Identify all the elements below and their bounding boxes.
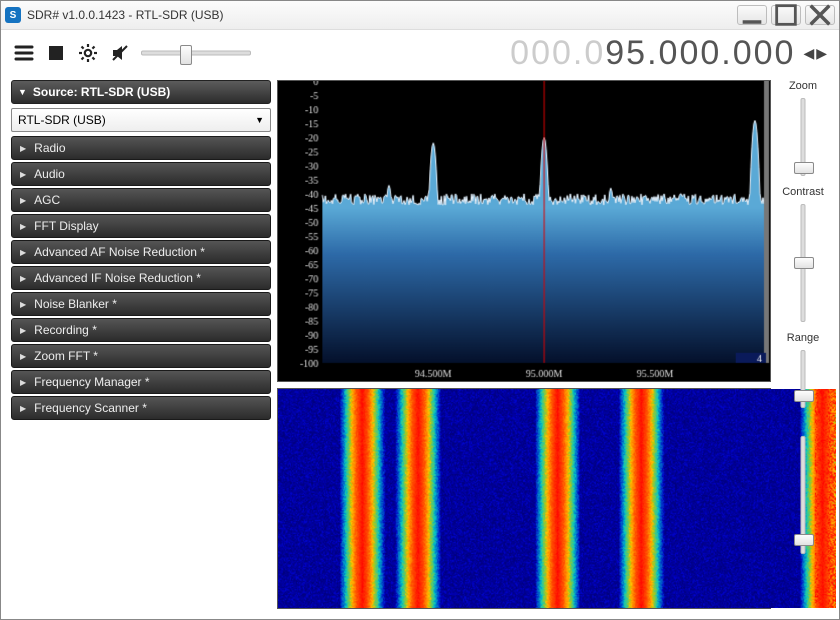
side-panel: ▼ Source: RTL-SDR (USB) RTL-SDR (USB) ▼ … [11,80,271,609]
source-selected-label: RTL-SDR (USB) [18,113,106,127]
chevron-right-icon: ▶ [20,196,26,205]
menu-button[interactable] [13,42,35,64]
panel-frequency-scanner[interactable]: ▶ Frequency Scanner * [11,396,271,420]
source-header-label: Source: RTL-SDR (USB) [33,85,170,99]
maximize-button[interactable] [771,5,801,25]
panel-label: Advanced AF Noise Reduction * [34,245,205,259]
panel-label: FFT Display [34,219,98,233]
panel-fft-display[interactable]: ▶ FFT Display [11,214,271,238]
toolbar: 000.0 95.000.000 ◀ ▶ [1,30,839,76]
panel-label: AGC [34,193,60,207]
panel-label: Noise Blanker * [34,297,117,311]
panel-label: Frequency Manager * [34,375,149,389]
titlebar: S SDR# v1.0.0.1423 - RTL-SDR (USB) [1,1,839,30]
waterfall-display[interactable] [277,388,771,609]
panel-frequency-manager[interactable]: ▶ Frequency Manager * [11,370,271,394]
chevron-right-icon: ▶ [20,404,26,413]
frequency-value: 95.000.000 [605,34,795,73]
panel-noise-blanker[interactable]: ▶ Noise Blanker * [11,292,271,316]
chevron-right-icon: ▶ [20,300,26,309]
frequency-step-arrows[interactable]: ◀ ▶ [803,45,827,62]
range-slider[interactable] [793,344,813,414]
minimize-button[interactable] [737,5,767,25]
chevron-right-icon: ▶ [20,144,26,153]
panel-label: Frequency Scanner * [34,401,147,415]
panel-label: Radio [34,141,65,155]
offset-slider[interactable] [793,430,813,560]
window-title: SDR# v1.0.0.1423 - RTL-SDR (USB) [27,8,737,22]
contrast-slider[interactable] [793,198,813,328]
close-button[interactable] [805,5,835,25]
chevron-right-icon: ▶ [20,326,26,335]
frequency-display[interactable]: 000.0 95.000.000 ◀ ▶ [261,34,827,73]
stop-button[interactable] [45,42,67,64]
panel-advanced-af-noise-reduction[interactable]: ▶ Advanced AF Noise Reduction * [11,240,271,264]
panel-zoom-fft[interactable]: ▶ Zoom FFT * [11,344,271,368]
panel-label: Audio [34,167,65,181]
volume-thumb[interactable] [180,45,192,65]
chevron-down-icon: ▼ [18,87,27,97]
chevron-right-icon: ▶ [20,274,26,283]
range-label: Range [787,332,819,344]
panel-radio[interactable]: ▶ Radio [11,136,271,160]
zoom-label: Zoom [789,80,817,92]
settings-button[interactable] [77,42,99,64]
chevron-right-icon: ▶ [20,222,26,231]
panel-label: Recording * [34,323,97,337]
mute-button[interactable] [109,42,131,64]
chevron-right-icon: ▶ [20,170,26,179]
panel-audio[interactable]: ▶ Audio [11,162,271,186]
freq-step-left-icon[interactable]: ◀ [803,45,814,62]
app-icon: S [5,7,21,23]
panel-advanced-if-noise-reduction[interactable]: ▶ Advanced IF Noise Reduction * [11,266,271,290]
display-area [277,80,771,609]
chevron-right-icon: ▶ [20,378,26,387]
panel-label: Zoom FFT * [34,349,98,363]
freq-step-right-icon[interactable]: ▶ [816,45,827,62]
chevron-right-icon: ▶ [20,248,26,257]
panel-label: Advanced IF Noise Reduction * [34,271,201,285]
panel-agc[interactable]: ▶ AGC [11,188,271,212]
source-select[interactable]: RTL-SDR (USB) ▼ [11,108,271,132]
contrast-label: Contrast [782,186,824,198]
volume-slider[interactable] [141,43,251,63]
source-section-header[interactable]: ▼ Source: RTL-SDR (USB) [11,80,271,104]
zoom-slider[interactable] [793,92,813,182]
chevron-right-icon: ▶ [20,352,26,361]
spectrum-display[interactable] [277,80,771,382]
panel-recording[interactable]: ▶ Recording * [11,318,271,342]
app-window: S SDR# v1.0.0.1423 - RTL-SDR (USB) 000.0… [0,0,840,620]
frequency-prefix: 000.0 [510,34,605,73]
chevron-down-icon: ▼ [255,115,264,125]
